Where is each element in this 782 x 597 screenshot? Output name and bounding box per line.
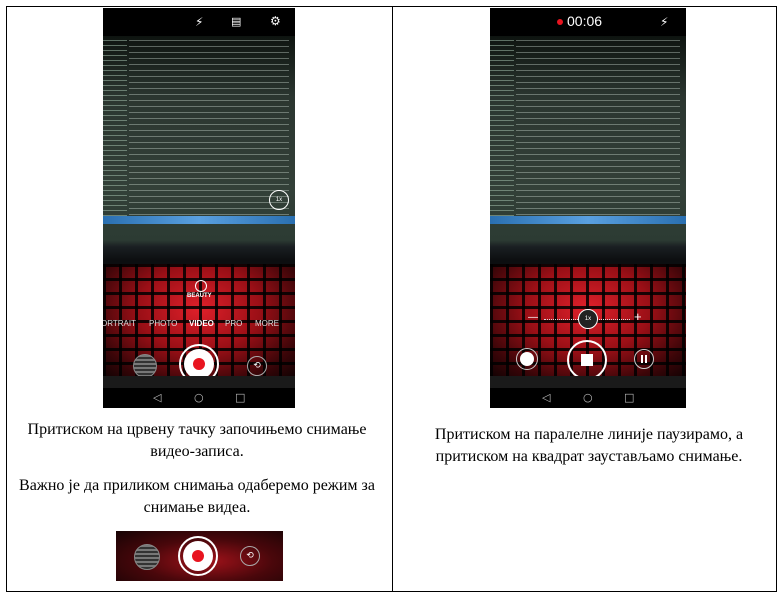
home-icon[interactable]: ○ [194, 391, 204, 404]
snapshot-button[interactable] [516, 348, 538, 370]
zoom-plus-button[interactable]: + [634, 309, 642, 324]
android-nav-bar: ◁ ○ □ [490, 388, 686, 408]
mode-portrait[interactable]: ORTRAIT [103, 319, 136, 328]
mode-more[interactable]: MORE [255, 319, 279, 328]
mode-photo[interactable]: PHOTO [149, 319, 177, 328]
flash-off-icon[interactable]: ⚡ [660, 15, 668, 29]
zoom-label: 1x [275, 197, 283, 203]
detail-switch-camera-icon: ⟲ [240, 546, 260, 566]
viewfinder-code-text [516, 40, 680, 216]
android-nav-bar: ◁ ○ □ [103, 388, 295, 408]
back-icon[interactable]: ◁ [542, 391, 550, 404]
stop-square-icon [581, 354, 593, 366]
camera-viewfinder: 1x BEAUTY ORTRAIT PHOTO VIDEO PRO MORE ⟲ [103, 36, 295, 376]
recents-icon[interactable]: □ [235, 391, 245, 404]
right-caption: Притиском на паралелне линије паузирамо,… [434, 426, 744, 465]
filmstrip-icon[interactable]: ▤ [231, 15, 241, 28]
recording-top-bar: 00:06 ⚡ [490, 8, 686, 36]
switch-camera-icon[interactable]: ⟲ [247, 356, 267, 376]
record-button-detail-image: ⟲ [116, 531, 283, 581]
beauty-icon[interactable] [195, 280, 207, 292]
column-divider [392, 6, 393, 592]
left-phone-screenshot: ⚡ ▤ ⚙ 1x BEAUTY ORTRAIT PHOTO VIDEO PRO … [103, 8, 295, 408]
home-icon[interactable]: ○ [583, 391, 593, 404]
back-icon[interactable]: ◁ [153, 391, 161, 404]
zoom-indicator[interactable]: 1x [269, 190, 289, 210]
mode-video[interactable]: VIDEO [189, 319, 214, 328]
gallery-thumbnail[interactable] [133, 354, 157, 376]
viewfinder-code-sidebar [103, 40, 127, 216]
snapshot-button-inner [520, 352, 534, 366]
camera-top-bar: ⚡ ▤ ⚙ [103, 8, 295, 36]
viewfinder-taskbar [103, 216, 295, 224]
mode-pro[interactable]: PRO [225, 319, 242, 328]
beauty-label: BEAUTY [187, 293, 212, 299]
detail-gallery-thumbnail [134, 544, 160, 570]
pause-icon [641, 355, 643, 363]
detail-red-dot [192, 550, 204, 562]
zoom-label: 1x [584, 316, 592, 322]
left-caption-2: Важно је да приликом снимања одаберемо р… [19, 477, 375, 516]
viewfinder-code-text [129, 40, 289, 216]
viewfinder-code-sidebar [490, 40, 514, 216]
recording-viewfinder: — 1x + [490, 36, 686, 376]
right-phone-screenshot: 00:06 ⚡ — 1x + ◁ ○ □ [490, 8, 686, 408]
left-caption-1: Притиском на црвену тачку започињемо сни… [27, 421, 367, 460]
zoom-minus-button[interactable]: — [528, 312, 538, 323]
recording-timer: 00:06 [567, 13, 603, 29]
recording-dot [557, 19, 563, 25]
viewfinder-taskbar [490, 216, 686, 224]
pause-button[interactable] [634, 349, 654, 369]
gear-icon[interactable]: ⚙ [270, 14, 281, 28]
record-red-dot [193, 358, 205, 370]
flash-off-icon[interactable]: ⚡ [195, 15, 203, 29]
recents-icon[interactable]: □ [624, 391, 634, 404]
zoom-slider-knob[interactable]: 1x [578, 309, 598, 329]
